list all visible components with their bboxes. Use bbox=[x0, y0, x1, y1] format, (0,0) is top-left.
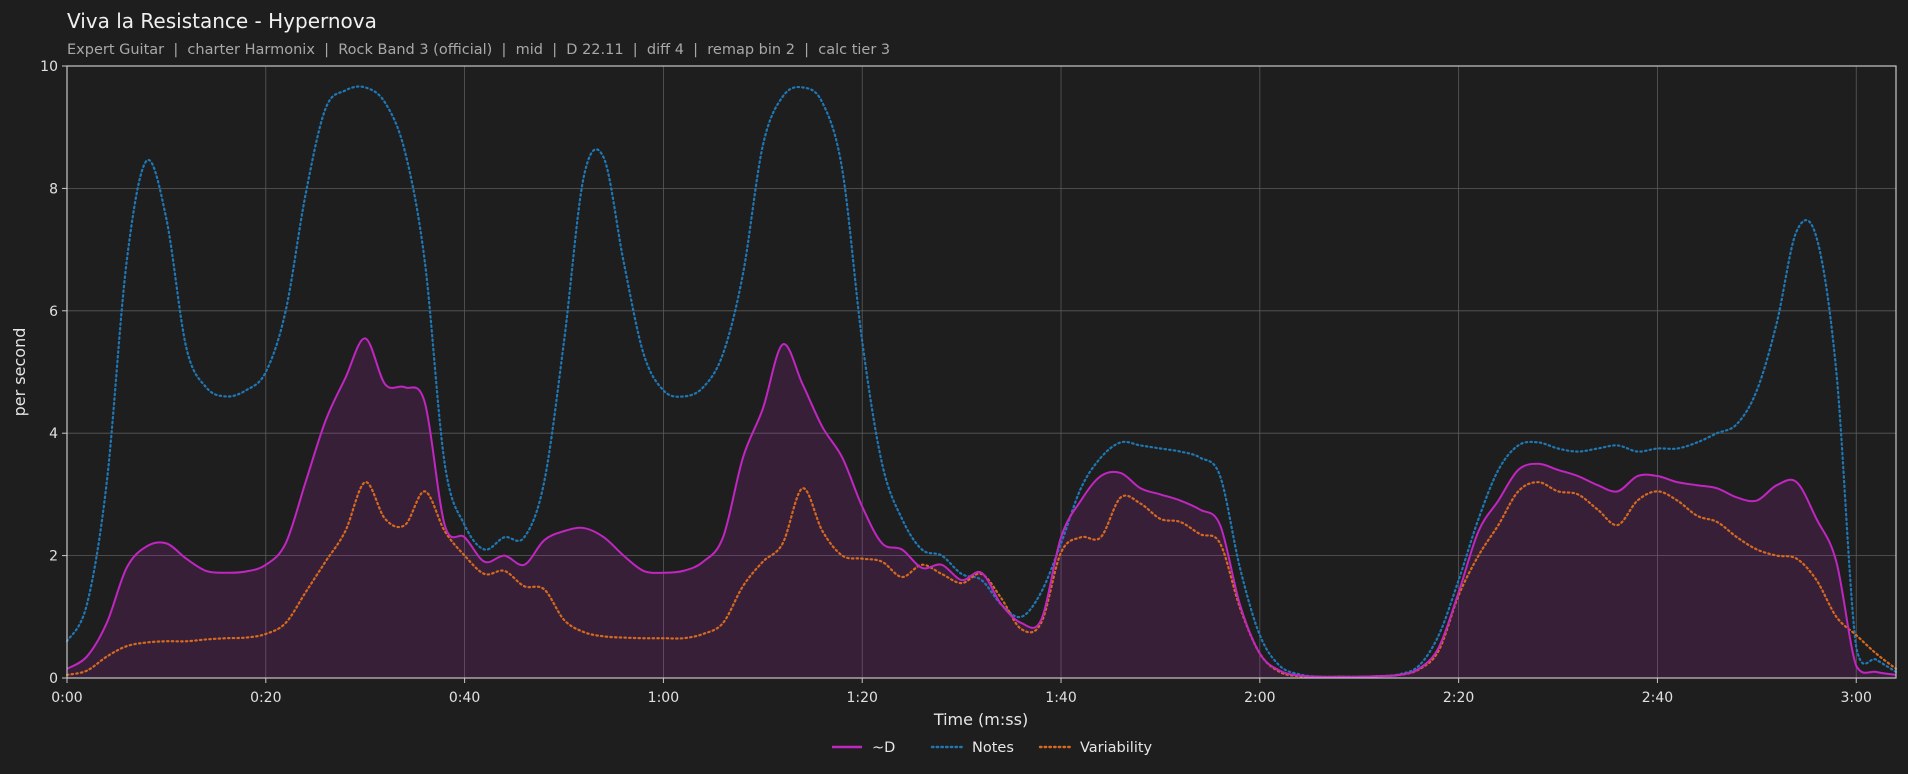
x-tick-label: 1:40 bbox=[1045, 690, 1076, 706]
y-tick-label: 10 bbox=[40, 59, 58, 75]
chart: Viva la Resistance - Hypernova Expert Gu… bbox=[0, 0, 1908, 774]
x-axis-label: Time (m:ss) bbox=[933, 710, 1028, 729]
legend-label-d: ~D bbox=[872, 740, 895, 756]
y-tick-label: 0 bbox=[49, 671, 58, 687]
y-tick-label: 4 bbox=[49, 426, 58, 442]
x-tick-label: 2:00 bbox=[1244, 690, 1275, 706]
legend: ~D Notes Variability bbox=[832, 740, 1153, 756]
legend-label-notes: Notes bbox=[972, 740, 1014, 756]
y-tick-label: 6 bbox=[49, 304, 58, 320]
chart-subtitle: Expert Guitar | charter Harmonix | Rock … bbox=[67, 42, 890, 58]
x-tick-label: 1:20 bbox=[846, 690, 877, 706]
plot-area: 0:00 0:20 0:40 1:00 1:20 1:40 2:00 2:20 2:40 3:00… bbox=[40, 59, 1898, 706]
x-tick-label: 0:00 bbox=[51, 690, 82, 706]
x-tick-label: 3:00 bbox=[1841, 690, 1872, 706]
y-axis-label: per second bbox=[10, 328, 29, 417]
y-tick-label: 8 bbox=[49, 181, 58, 197]
x-tick-label: 2:20 bbox=[1443, 690, 1474, 706]
x-tick-label: 1:00 bbox=[648, 690, 679, 706]
legend-label-variability: Variability bbox=[1080, 740, 1153, 756]
x-tick-label: 0:20 bbox=[250, 690, 281, 706]
chart-title: Viva la Resistance - Hypernova bbox=[67, 9, 377, 33]
x-tick-label: 2:40 bbox=[1642, 690, 1673, 706]
y-tick-label: 2 bbox=[49, 549, 58, 565]
x-tick-label: 0:40 bbox=[449, 690, 480, 706]
